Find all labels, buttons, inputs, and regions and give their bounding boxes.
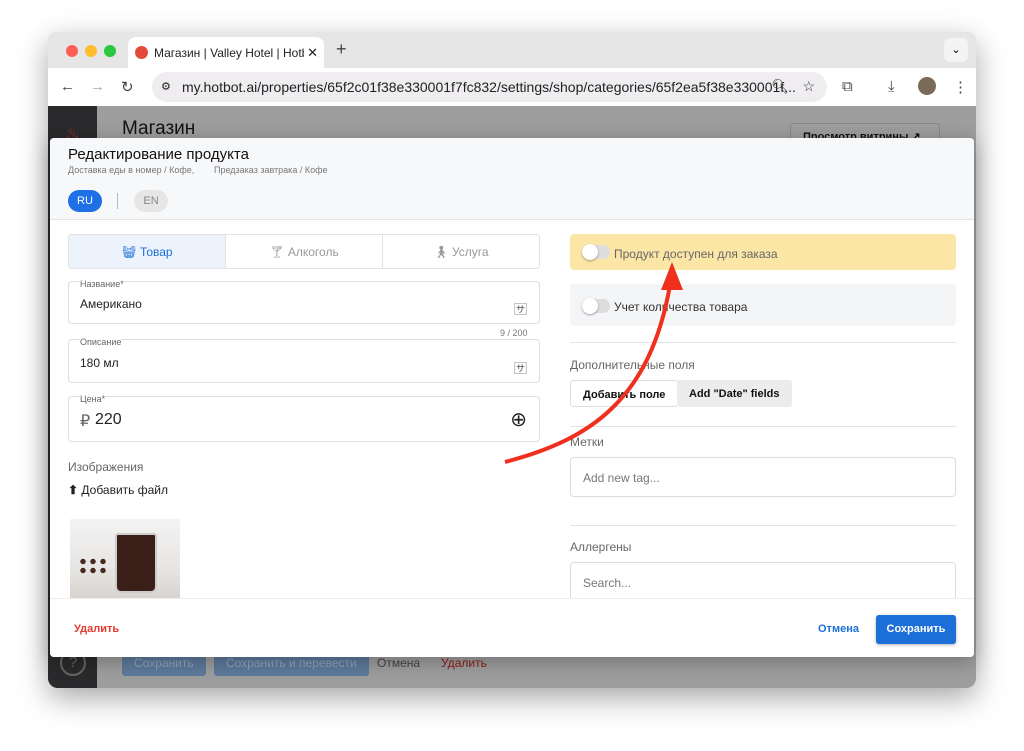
arrow-line bbox=[504, 284, 672, 464]
annotation-arrow bbox=[504, 262, 683, 464]
arrow-head-icon bbox=[661, 262, 683, 290]
